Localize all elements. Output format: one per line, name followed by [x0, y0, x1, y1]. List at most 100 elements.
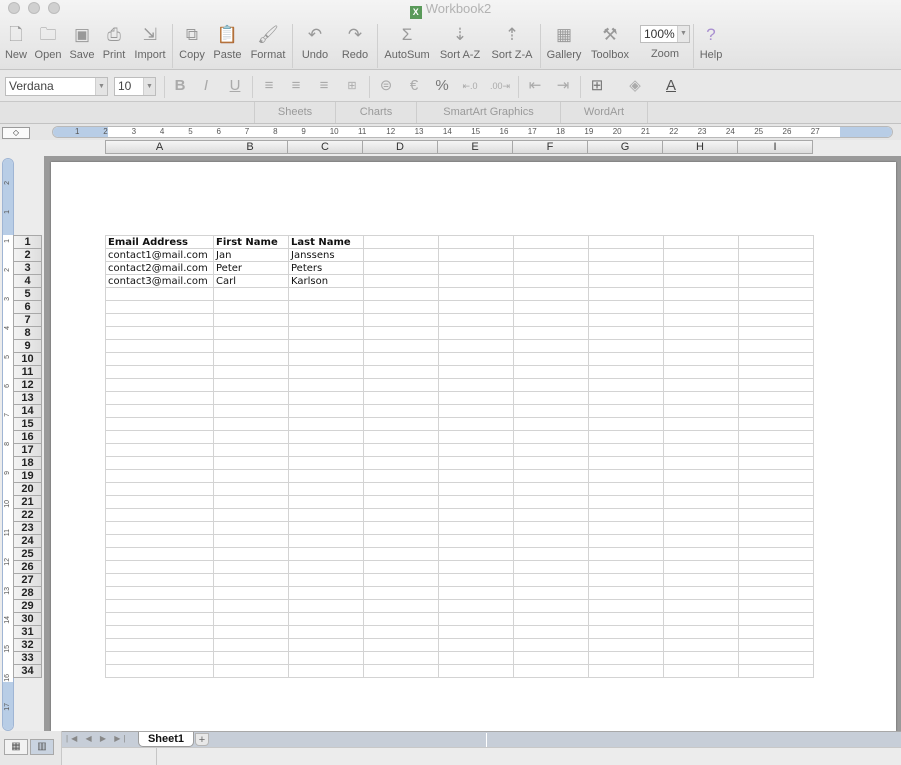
cell-h17[interactable] [663, 443, 739, 457]
row-header-7[interactable]: 7 [13, 314, 42, 327]
cell-a15[interactable] [105, 417, 214, 431]
cell-b19[interactable] [213, 469, 289, 483]
align-center-button[interactable]: ≡ [285, 76, 307, 96]
cell-c10[interactable] [288, 352, 364, 366]
cell-c21[interactable] [288, 495, 364, 509]
cell-g3[interactable] [588, 261, 664, 275]
column-header-b[interactable]: B [213, 140, 288, 154]
new-button[interactable]: 🗋 New [3, 24, 29, 61]
cell-e14[interactable] [438, 404, 514, 418]
cell-i14[interactable] [738, 404, 814, 418]
cell-e27[interactable] [438, 573, 514, 587]
row-header-14[interactable]: 14 [13, 405, 42, 418]
row-header-11[interactable]: 11 [13, 366, 42, 379]
cell-c26[interactable] [288, 560, 364, 574]
cell-e4[interactable] [438, 274, 514, 288]
cell-g26[interactable] [588, 560, 664, 574]
row-header-15[interactable]: 15 [13, 418, 42, 431]
cell-i18[interactable] [738, 456, 814, 470]
row-header-1[interactable]: 1 [13, 235, 42, 249]
cell-f32[interactable] [513, 638, 589, 652]
cell-e26[interactable] [438, 560, 514, 574]
row-header-4[interactable]: 4 [13, 275, 42, 288]
cell-c11[interactable] [288, 365, 364, 379]
cell-h7[interactable] [663, 313, 739, 327]
row-header-5[interactable]: 5 [13, 288, 42, 301]
cell-f19[interactable] [513, 469, 589, 483]
cell-g27[interactable] [588, 573, 664, 587]
cell-i22[interactable] [738, 508, 814, 522]
cell-e13[interactable] [438, 391, 514, 405]
row-header-2[interactable]: 2 [13, 249, 42, 262]
cell-b7[interactable] [213, 313, 289, 327]
cell-i12[interactable] [738, 378, 814, 392]
cell-c32[interactable] [288, 638, 364, 652]
cell-f27[interactable] [513, 573, 589, 587]
cell-f11[interactable] [513, 365, 589, 379]
add-sheet-button[interactable]: + [195, 733, 209, 746]
cell-a13[interactable] [105, 391, 214, 405]
cell-b26[interactable] [213, 560, 289, 574]
cell-g6[interactable] [588, 300, 664, 314]
cell-c31[interactable] [288, 625, 364, 639]
cell-c1[interactable]: Last Name [288, 235, 364, 249]
cell-d16[interactable] [363, 430, 439, 444]
print-button[interactable]: ⎙ Print [100, 24, 128, 61]
cell-c4[interactable]: Karlson [288, 274, 364, 288]
row-header-28[interactable]: 28 [13, 587, 42, 600]
cell-d4[interactable] [363, 274, 439, 288]
import-button[interactable]: ⇲ Import [131, 24, 169, 61]
cell-h8[interactable] [663, 326, 739, 340]
cell-h5[interactable] [663, 287, 739, 301]
cell-b22[interactable] [213, 508, 289, 522]
cell-i19[interactable] [738, 469, 814, 483]
cell-i32[interactable] [738, 638, 814, 652]
cell-i13[interactable] [738, 391, 814, 405]
cell-a6[interactable] [105, 300, 214, 314]
cell-e7[interactable] [438, 313, 514, 327]
cell-e2[interactable] [438, 248, 514, 262]
column-header-g[interactable]: G [588, 140, 663, 154]
cell-c7[interactable] [288, 313, 364, 327]
decrease-decimal-button[interactable]: .00⇥ [489, 76, 511, 96]
undo-button[interactable]: ↶ Undo [297, 24, 333, 61]
cell-f20[interactable] [513, 482, 589, 496]
cell-c13[interactable] [288, 391, 364, 405]
cell-h30[interactable] [663, 612, 739, 626]
cell-f13[interactable] [513, 391, 589, 405]
cell-a27[interactable] [105, 573, 214, 587]
cell-c2[interactable]: Janssens [288, 248, 364, 262]
row-header-19[interactable]: 19 [13, 470, 42, 483]
cell-f30[interactable] [513, 612, 589, 626]
cell-f34[interactable] [513, 664, 589, 678]
cell-f14[interactable] [513, 404, 589, 418]
cell-g13[interactable] [588, 391, 664, 405]
gallery-button[interactable]: ▦ Gallery [544, 24, 584, 61]
row-header-27[interactable]: 27 [13, 574, 42, 587]
cell-e17[interactable] [438, 443, 514, 457]
cell-a10[interactable] [105, 352, 214, 366]
row-header-31[interactable]: 31 [13, 626, 42, 639]
cell-d27[interactable] [363, 573, 439, 587]
cell-g7[interactable] [588, 313, 664, 327]
cell-e22[interactable] [438, 508, 514, 522]
tab-wordart[interactable]: WordArt [560, 102, 648, 123]
column-header-e[interactable]: E [438, 140, 513, 154]
cell-b10[interactable] [213, 352, 289, 366]
cell-a3[interactable]: contact2@mail.com [105, 261, 214, 275]
cell-b21[interactable] [213, 495, 289, 509]
cell-d8[interactable] [363, 326, 439, 340]
cell-b14[interactable] [213, 404, 289, 418]
cell-g33[interactable] [588, 651, 664, 665]
cell-a34[interactable] [105, 664, 214, 678]
cell-i24[interactable] [738, 534, 814, 548]
cell-g5[interactable] [588, 287, 664, 301]
paste-button[interactable]: 📋 Paste [211, 24, 244, 61]
cell-d5[interactable] [363, 287, 439, 301]
cell-h25[interactable] [663, 547, 739, 561]
sort-az-button[interactable]: ⇣ Sort A-Z [436, 24, 484, 61]
font-size-select[interactable]: 10 ▼ [114, 77, 156, 96]
cell-h18[interactable] [663, 456, 739, 470]
cell-b34[interactable] [213, 664, 289, 678]
cell-b3[interactable]: Peter [213, 261, 289, 275]
